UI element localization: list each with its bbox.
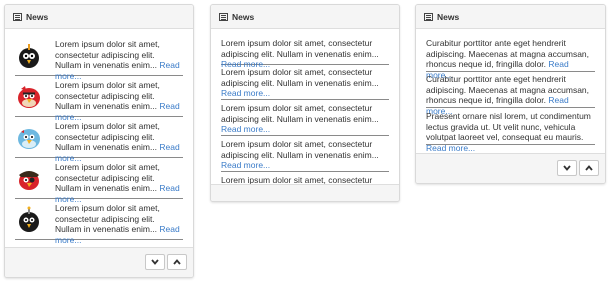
read-more-link[interactable]: Read more... bbox=[426, 143, 475, 153]
scroll-down-button[interactable] bbox=[557, 160, 577, 176]
panel-heading: News bbox=[211, 5, 399, 29]
chevron-up-icon bbox=[173, 259, 181, 265]
news-list: Lorem ipsum dolor sit amet, consectetur … bbox=[5, 29, 193, 247]
news-panel-2: News Lorem ipsum dolor sit amet, consect… bbox=[210, 4, 400, 202]
news-text: Lorem ipsum dolor sit amet, consectetur … bbox=[55, 80, 180, 122]
news-panel-3: News Curabitur porttitor ante eget hendr… bbox=[415, 4, 606, 184]
read-more-link[interactable]: Read more... bbox=[221, 88, 270, 98]
news-list: Lorem ipsum dolor sit amet, consectetur … bbox=[211, 29, 399, 184]
list-item: Lorem ipsum dolor sit amet, consectetur … bbox=[15, 121, 183, 163]
list-item: Praesent ornare nisl lorem, ut condiment… bbox=[426, 111, 595, 153]
list-item: Lorem ipsum dolor sit amet, consectetur … bbox=[221, 139, 389, 172]
panel-footer bbox=[211, 184, 399, 201]
list-item: Lorem ipsum dolor sit amet, consectetur … bbox=[221, 67, 389, 100]
scroll-up-button[interactable] bbox=[167, 254, 187, 270]
chevron-down-icon bbox=[563, 165, 571, 171]
list-item: Lorem ipsum dolor sit amet, consectetur … bbox=[15, 39, 183, 81]
panel-title: News bbox=[232, 11, 255, 22]
read-more-link[interactable]: Read more... bbox=[221, 124, 270, 134]
list-item: Curabitur porttitor ante eget hendrerit … bbox=[426, 38, 595, 80]
panel-heading: News bbox=[416, 5, 605, 29]
panel-title: News bbox=[26, 11, 49, 22]
panel-footer bbox=[5, 247, 193, 277]
blue-bird-icon bbox=[18, 129, 40, 149]
news-text: Lorem ipsum dolor sit amet, consectetur … bbox=[55, 121, 180, 163]
panel-footer bbox=[416, 153, 605, 183]
list-icon bbox=[219, 12, 228, 21]
list-item: Lorem ipsum dolor sit amet, consectetur … bbox=[221, 38, 389, 69]
news-list: Curabitur porttitor ante eget hendrerit … bbox=[416, 29, 605, 154]
chevron-down-icon bbox=[151, 259, 159, 265]
chevron-up-icon bbox=[585, 165, 593, 171]
news-text: Lorem ipsum dolor sit amet, consectetur … bbox=[55, 162, 180, 204]
read-more-link[interactable]: Read more... bbox=[221, 160, 270, 170]
list-icon bbox=[424, 12, 433, 21]
scroll-up-button[interactable] bbox=[579, 160, 599, 176]
news-text: Lorem ipsum dolor sit amet, consectetur … bbox=[55, 39, 180, 81]
list-item: Lorem ipsum dolor sit amet, consectetur bbox=[221, 175, 389, 184]
news-text: Lorem ipsum dolor sit amet, consectetur … bbox=[55, 203, 180, 245]
black-bird-icon bbox=[19, 44, 39, 68]
panel-title: News bbox=[437, 11, 460, 22]
pirate-bird-icon bbox=[19, 171, 39, 190]
news-panel-1: News Lorem ipsum dolor sit amet, consect… bbox=[4, 4, 194, 278]
list-item: Lorem ipsum dolor sit amet, consectetur … bbox=[15, 80, 183, 122]
panel-heading: News bbox=[5, 5, 193, 29]
list-icon bbox=[13, 12, 22, 21]
list-item: Lorem ipsum dolor sit amet, consectetur … bbox=[15, 162, 183, 204]
list-item: Lorem ipsum dolor sit amet, consectetur … bbox=[221, 103, 389, 136]
list-item: Curabitur porttitor ante eget hendrerit … bbox=[426, 74, 595, 116]
scroll-down-button[interactable] bbox=[145, 254, 165, 270]
black-bomb-bird-icon bbox=[19, 206, 39, 232]
list-item: Lorem ipsum dolor sit amet, consectetur … bbox=[15, 203, 183, 245]
red-bird-icon bbox=[18, 86, 40, 108]
